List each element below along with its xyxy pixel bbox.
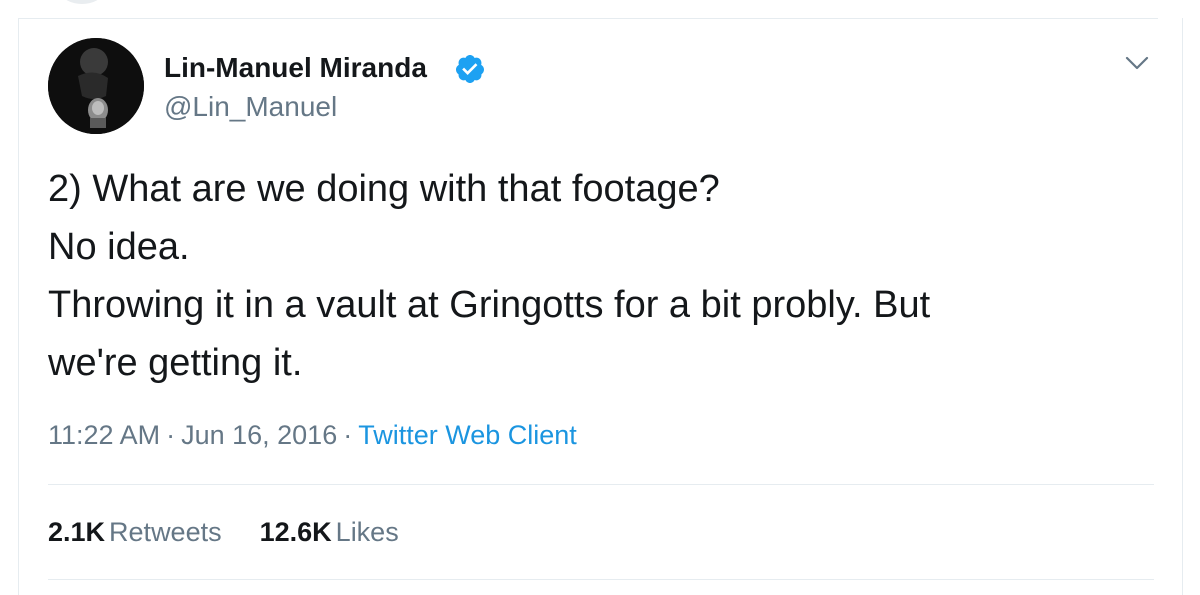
tweet-text-line: Throwing it in a vault at Gringotts for … (48, 284, 931, 326)
profile-photo-icon (48, 38, 144, 134)
avatar[interactable] (48, 38, 144, 134)
verified-badge-icon (455, 55, 484, 83)
top-divider (18, 18, 1158, 19)
tweet-text-line: 2) What are we doing with that footage? (48, 168, 720, 210)
right-border (1182, 18, 1183, 595)
chevron-down-icon[interactable] (1122, 52, 1152, 74)
likes-label: Likes (335, 517, 399, 547)
separator-dot: · (343, 420, 353, 450)
tweet-date[interactable]: Jun 16, 2016 (181, 420, 337, 450)
left-border (18, 18, 19, 595)
likes-count: 12.6K (259, 517, 332, 547)
stats-top-divider (48, 484, 1154, 485)
likes-stat[interactable]: 12.6K Likes (260, 514, 399, 550)
tweet-time[interactable]: 11:22 AM (48, 420, 160, 450)
retweets-label: Retweets (109, 517, 222, 547)
tweet-stats: 2.1K Retweets 12.6K Likes (48, 514, 399, 550)
tweet-text: 2) What are we doing with that footage? … (48, 160, 1158, 392)
tweet-text-line: we're getting it. (48, 342, 303, 384)
retweets-count: 2.1K (48, 517, 106, 547)
separator-dot: · (166, 420, 176, 450)
tweet-text-line: No idea. (48, 226, 190, 268)
tweet-page: Lin-Manuel Miranda @Lin_Manuel 2) What a… (0, 0, 1200, 595)
stats-bottom-divider (48, 579, 1154, 580)
tweet-metadata: 11:22 AM · Jun 16, 2016 · Twitter Web Client (48, 417, 577, 453)
retweets-stat[interactable]: 2.1K Retweets (48, 514, 222, 550)
author-name[interactable]: Lin-Manuel Miranda (164, 51, 427, 85)
previous-tweet-avatar-edge (62, 0, 102, 4)
author-handle[interactable]: @Lin_Manuel (164, 90, 337, 124)
tweet-client-link[interactable]: Twitter Web Client (358, 420, 577, 450)
